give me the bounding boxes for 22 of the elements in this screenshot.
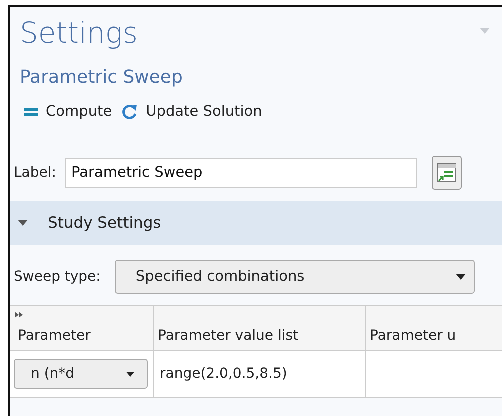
- column-header: Parameter: [10, 306, 154, 350]
- expand-triangle-icon: [18, 220, 28, 226]
- label-field[interactable]: Parametric Sweep: [64, 158, 416, 188]
- table-cell[interactable]: range(2.0,0.5,8.5): [154, 351, 366, 397]
- sweep-type-dropdown[interactable]: Specified combinations: [114, 260, 475, 294]
- column-header: Parameter value list: [154, 306, 366, 350]
- panel-title: Settings: [19, 16, 139, 50]
- toolbar-button[interactable]: Update Solution: [120, 97, 264, 127]
- caret-icon: [456, 274, 466, 280]
- double-arrow-icon[interactable]: [15, 312, 23, 318]
- window-list-icon: [436, 163, 456, 183]
- node-title: Parametric Sweep: [19, 66, 184, 90]
- caret-icon: [126, 372, 135, 376]
- field-label: Label:: [14, 165, 56, 181]
- refresh-icon: [122, 104, 138, 120]
- parameter-dropdown[interactable]: n (n*d: [14, 359, 148, 389]
- equals-icon: [24, 107, 38, 117]
- column-header: Parameter u: [366, 306, 502, 350]
- node-label-button[interactable]: [432, 156, 462, 190]
- field-label: Sweep type:: [14, 269, 101, 285]
- section-header[interactable]: Study Settings: [10, 201, 502, 245]
- toolbar-button[interactable]: Compute: [22, 97, 114, 127]
